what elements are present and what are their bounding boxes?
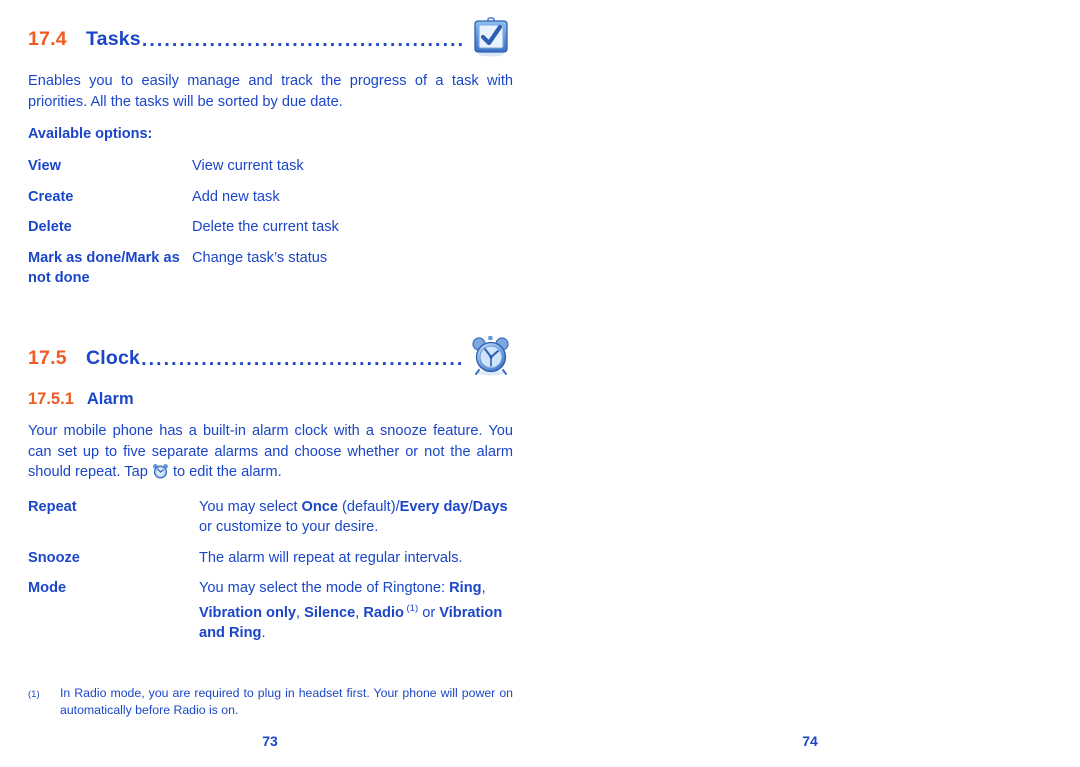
table-row: Mode You may select the mode of Ringtone… — [28, 578, 513, 653]
option-key: Mode — [28, 580, 67, 597]
tasks-intro: Enables you to easily manage and track t… — [28, 73, 513, 110]
leader-dots-tasks: ........................................… — [141, 29, 465, 51]
tasks-options-label: Available options: — [28, 126, 153, 142]
seg: (default)/ — [337, 498, 400, 515]
option-value: Delete the current task — [192, 219, 339, 235]
leader-dots-clock: ........................................… — [141, 347, 465, 370]
alarm-options-table: Repeat You may select Once (default)/Eve… — [28, 497, 513, 654]
section-number-clock: 17.5 — [28, 346, 67, 369]
alarm-clock-small-icon — [152, 463, 169, 479]
alarm-paragraph-part2: to edit the alarm. — [172, 464, 282, 481]
seg-bold: Days — [472, 498, 508, 515]
tasks-options-table: View View current task Create Add new ta… — [28, 156, 513, 299]
seg-bold: Silence — [304, 604, 356, 621]
option-key: View — [28, 158, 61, 174]
seg-bold: Radio — [363, 604, 404, 621]
table-row: Create Add new task — [28, 187, 513, 218]
seg-bold: Vibration only — [199, 604, 297, 621]
seg: You may select — [199, 498, 302, 515]
option-value: You may select Once (default)/Every day/… — [199, 497, 513, 548]
section-number-tasks: 17.4 — [28, 28, 67, 50]
footnote-mark: (1) — [28, 689, 40, 700]
option-key: Repeat — [28, 498, 77, 515]
option-value: You may select the mode of Ringtone: Rin… — [199, 578, 513, 653]
seg: , — [296, 604, 305, 621]
option-key: Create — [28, 188, 74, 205]
page-right: 17.5.2 World clock The World clock shows… — [540, 0, 1080, 767]
seg: , — [481, 580, 486, 597]
page-number-right: 74 — [802, 733, 818, 749]
subsection-title-alarm: Alarm — [86, 389, 134, 408]
left-column: 17.4 Tasks .............................… — [28, 17, 513, 660]
footnote-left: (1) In Radio mode, you are required to p… — [28, 685, 513, 719]
footnote-text: In Radio mode, you are required to plug … — [60, 686, 513, 717]
heading-alarm: 17.5.1 Alarm — [28, 390, 513, 410]
seg-bold: Every day — [399, 498, 469, 515]
seg: or customize to your desire. — [199, 519, 379, 536]
option-key: Snooze — [28, 549, 80, 566]
table-row: Repeat You may select Once (default)/Eve… — [28, 497, 513, 548]
footnote-ref: (1) — [403, 602, 419, 614]
option-value: Change task’s status — [192, 249, 328, 266]
section-title-tasks: Tasks — [86, 28, 141, 50]
alarm-clock-icon — [469, 333, 513, 377]
clipboard-check-icon — [469, 14, 513, 58]
page-left: 17.4 Tasks .............................… — [0, 0, 540, 767]
seg: or — [418, 604, 440, 621]
document-spread: 17.4 Tasks .............................… — [0, 0, 1080, 767]
section-title-clock: Clock — [86, 346, 141, 369]
option-value: Add new task — [192, 188, 280, 205]
seg-bold: Ring — [449, 580, 482, 597]
option-value: The alarm will repeat at regular interva… — [199, 549, 463, 566]
option-key: Mark as done/Mark as not done — [28, 249, 180, 287]
seg: . — [261, 625, 266, 642]
alarm-paragraph: Your mobile phone has a built-in alarm c… — [28, 421, 513, 483]
heading-clock: 17.5 Clock .............................… — [28, 335, 513, 377]
table-row: Mark as done/Mark as not done Change tas… — [28, 248, 513, 299]
table-row: View View current task — [28, 156, 513, 187]
seg: You may select the mode of Ringtone: — [199, 580, 450, 597]
page-number-left: 73 — [262, 733, 278, 749]
table-row: Snooze The alarm will repeat at regular … — [28, 548, 513, 579]
option-value: View current task — [192, 158, 304, 174]
option-key: Delete — [28, 219, 72, 235]
table-row: Delete Delete the current task — [28, 217, 513, 248]
heading-tasks: 17.4 Tasks .............................… — [28, 17, 513, 58]
seg-bold: Once — [301, 498, 338, 515]
subsection-number-alarm: 17.5.1 — [28, 389, 74, 408]
